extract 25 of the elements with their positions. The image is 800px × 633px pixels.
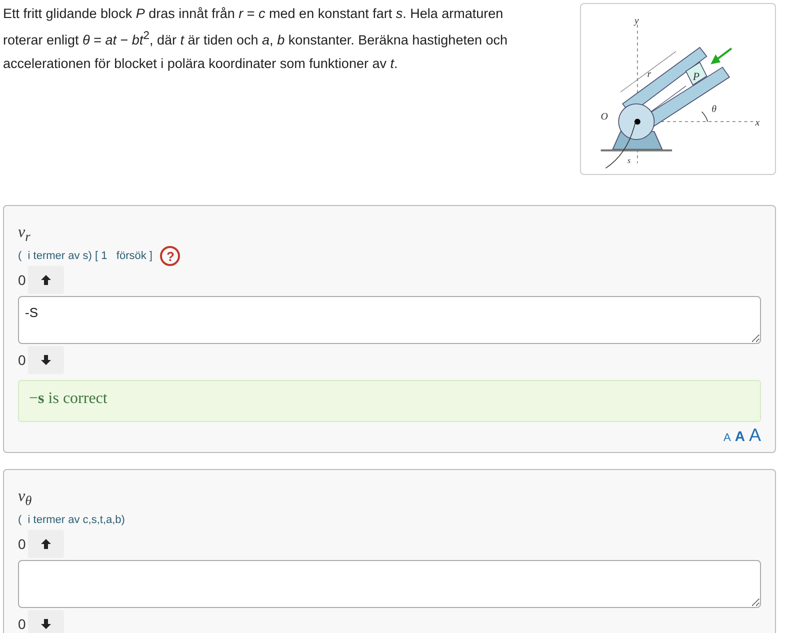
vote-count: 0 [18, 352, 26, 368]
problem-text: Ett fritt glidande block P dras innåt från r = c med en konstant fart s. Hela armaturen roterar enligt θ = at − bt$^{2}$, där t är tiden och a, b konstanter. Beräkna hastigheten och accelerationen för blocket i polära koordinater som funktioner av t. [3, 5, 508, 73]
question-label: v$_{θ}$ [18, 488, 33, 510]
feedback-message: −s is correct [18, 380, 761, 422]
answer-field[interactable]: -S [18, 296, 761, 344]
vote-count: 0 [18, 272, 26, 288]
arrow-up-icon [40, 538, 52, 550]
font-size-button[interactable]: A [734, 429, 745, 443]
arrow-up-icon [40, 274, 52, 286]
help-icon[interactable]: ? [160, 246, 180, 266]
vote-count: 0 [18, 536, 26, 552]
upvote-button[interactable] [28, 530, 64, 558]
answer-field[interactable] [18, 560, 761, 608]
question-label: v$_{r}$ [18, 224, 32, 246]
font-size-button[interactable]: A [724, 433, 731, 444]
arrow-down-icon [40, 354, 52, 366]
hint-text: ( i termer av c,s,t,a,b) [18, 514, 125, 526]
downvote-button[interactable] [28, 346, 64, 374]
font-size-button[interactable]: A [748, 426, 761, 444]
arrow-down-icon [40, 618, 52, 630]
vote-count: 0 [18, 616, 26, 632]
armature-drawing: y r P θ O x s [580, 3, 776, 175]
upvote-button[interactable] [28, 266, 64, 294]
downvote-button[interactable] [28, 610, 64, 633]
hint-text: ( i termer av s) [ 1 försök ] [18, 250, 152, 262]
